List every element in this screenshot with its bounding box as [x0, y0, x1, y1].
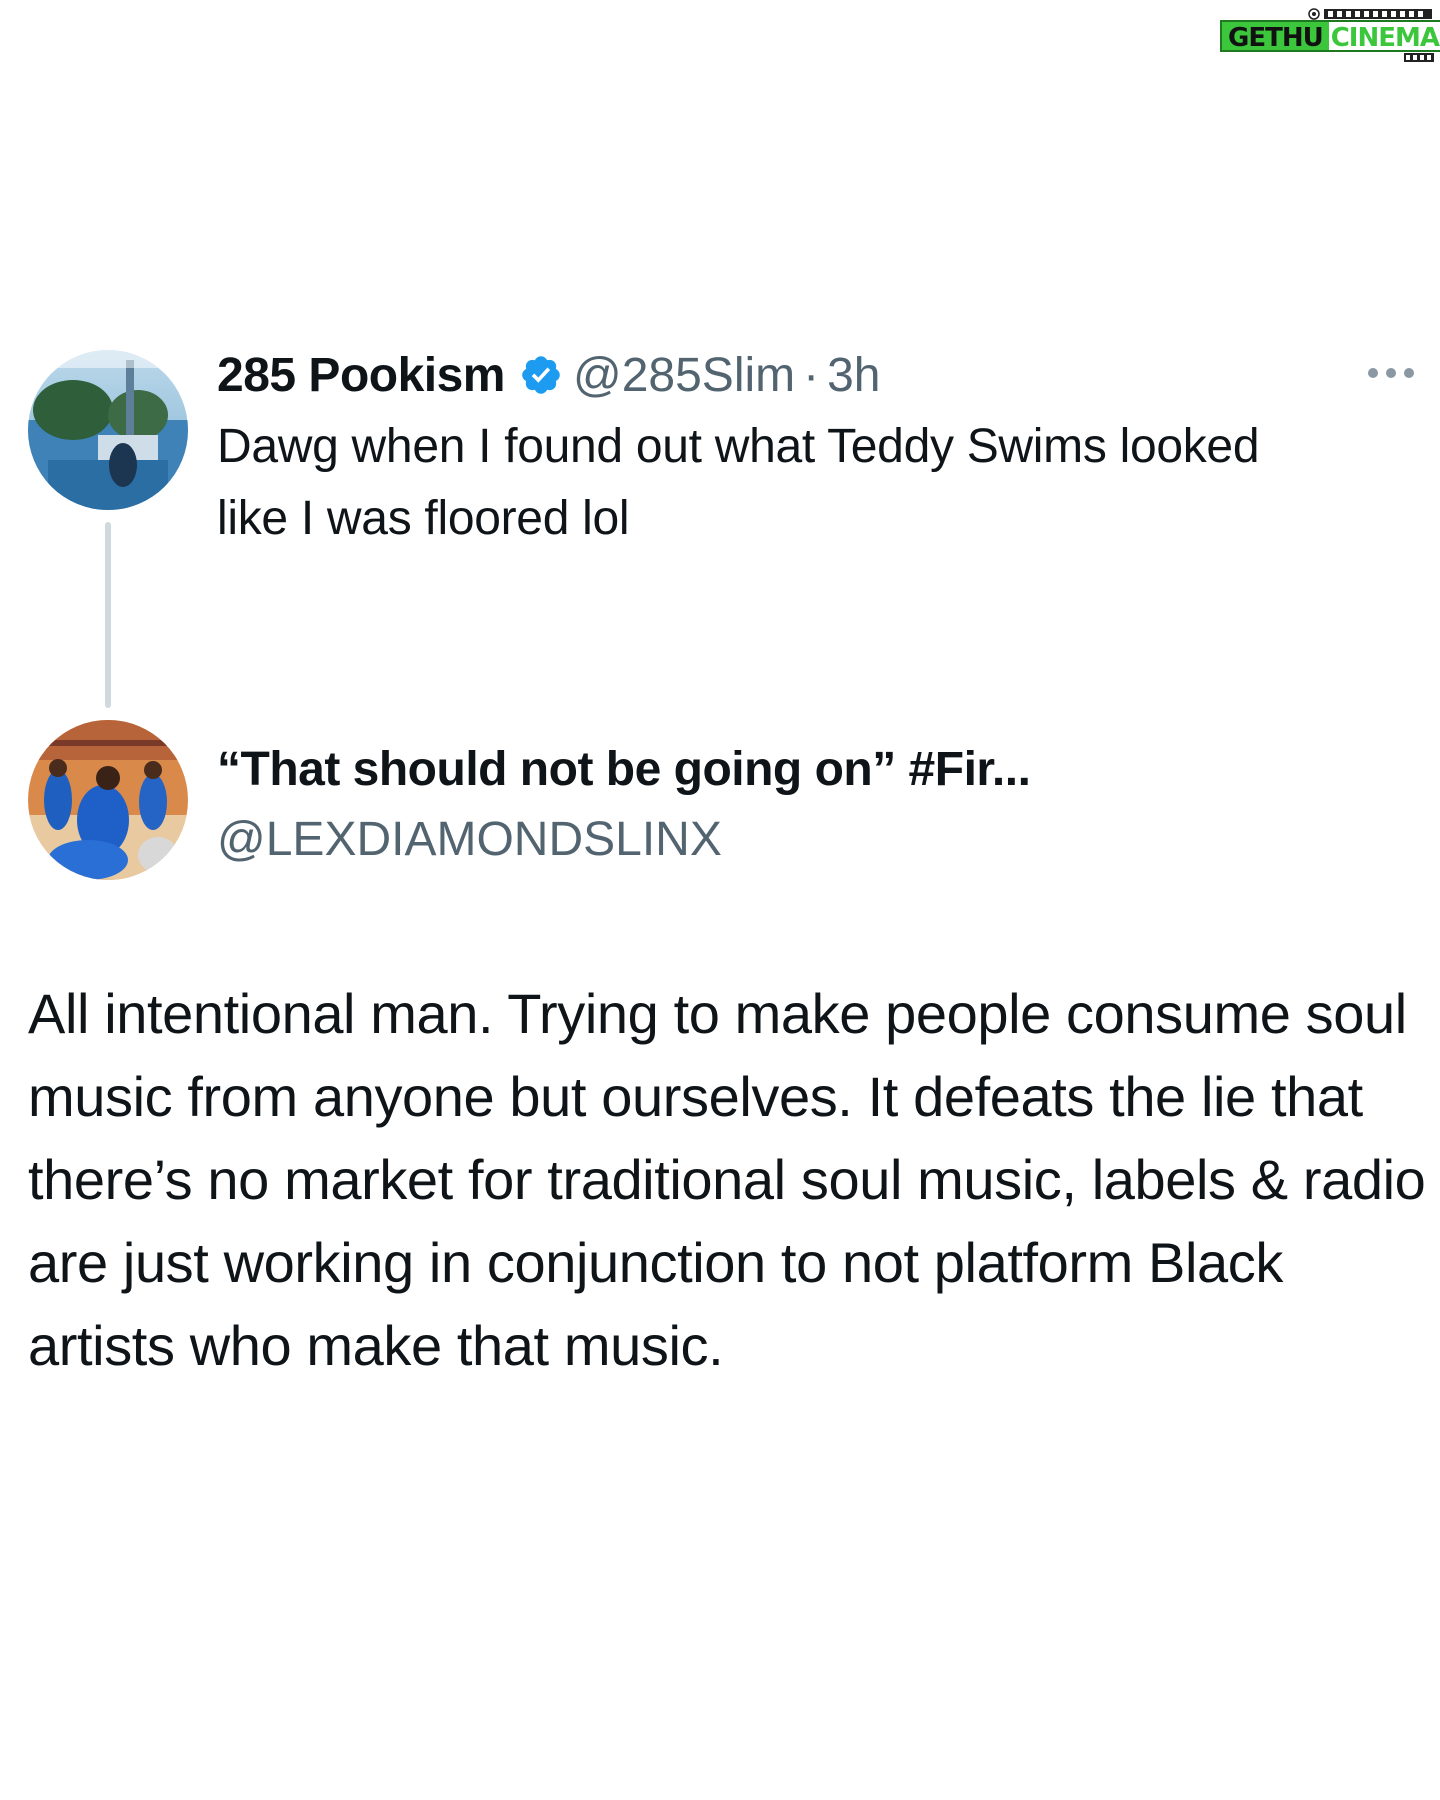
watermark-left-text: GETHU — [1220, 20, 1329, 53]
avatar[interactable] — [28, 350, 188, 510]
display-name[interactable]: 285 Pookism — [217, 348, 505, 403]
watermark-wordmark: GETHU CINEMA — [1220, 20, 1440, 53]
more-horizontal-icon[interactable] — [1366, 365, 1416, 381]
film-camera-icon — [1308, 8, 1432, 20]
tweet-meta: @285Slim · 3h — [573, 348, 881, 403]
avatar[interactable] — [28, 720, 188, 880]
reply-text: All intentional man. Trying to make peop… — [28, 982, 1426, 1377]
tweet-text: Dawg when I found out what Teddy Swims l… — [217, 420, 1260, 545]
watermark-logo: GETHU CINEMA — [1220, 8, 1440, 62]
quoted-handle[interactable]: @LEXDIAMONDSLINX — [217, 812, 722, 867]
timestamp[interactable]: 3h — [827, 349, 880, 402]
tweet-header: 285 Pookism @285Slim · 3h — [217, 345, 881, 405]
verified-badge-icon — [522, 356, 560, 394]
watermark-right-text: CINEMA — [1328, 20, 1440, 53]
separator: · — [803, 348, 820, 402]
quoted-display-name[interactable]: “That should not be going on” #Fir... — [217, 742, 1031, 797]
handle[interactable]: @285Slim — [573, 349, 795, 402]
thread-connector-line — [105, 522, 111, 708]
film-strip-icon — [1404, 53, 1434, 62]
